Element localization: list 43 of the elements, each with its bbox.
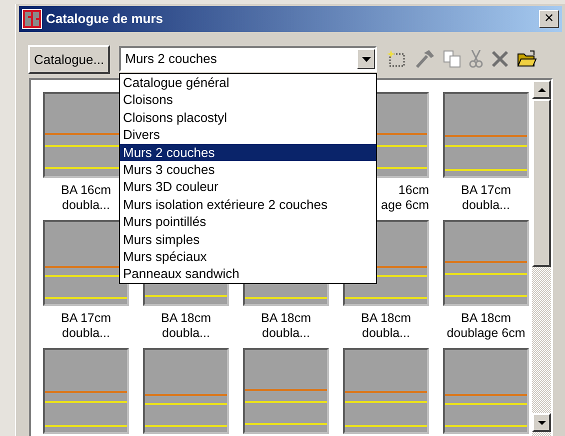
wall-label: BA 18cm doublage 6cm — [446, 311, 526, 341]
wall-label: BA 16cm doubla... — [60, 183, 112, 213]
dropdown-item[interactable]: Murs isolation extérieure 2 couches — [120, 196, 376, 214]
dropdown-item[interactable]: Cloisons — [120, 91, 376, 109]
scroll-down-button[interactable] — [532, 413, 551, 432]
dropdown-item[interactable]: Murs spéciaux — [120, 248, 376, 266]
dropdown-item[interactable]: Murs 3 couches — [120, 161, 376, 178]
close-button[interactable]: × — [539, 10, 559, 28]
dropdown-item[interactable]: Divers — [120, 126, 376, 144]
catalogue-button[interactable]: Catalogue... — [28, 44, 110, 74]
wall-label: BA 17cm doubla... — [60, 311, 112, 341]
scroll-up-button[interactable] — [532, 80, 551, 99]
wall-thumbnail[interactable] — [143, 348, 229, 434]
wall-label: BA 18cm doubla... — [260, 311, 312, 341]
dropdown-item[interactable]: Panneaux sandwich — [120, 265, 376, 283]
dropdown-item[interactable]: Murs 2 couches — [120, 144, 376, 162]
app-logo-icon — [22, 9, 42, 29]
wall-thumbnail[interactable] — [43, 348, 129, 434]
new-icon[interactable] — [387, 50, 408, 68]
dropdown-item[interactable]: Murs 3D couleur — [120, 178, 376, 196]
dropdown-item[interactable]: Murs pointillés — [120, 213, 376, 231]
copy-icon[interactable] — [443, 50, 462, 68]
folder-icon[interactable] — [517, 50, 538, 68]
catalogue-dropdown[interactable]: Murs 2 couches — [119, 46, 378, 72]
wall-label: BA 18cm doubla... — [160, 311, 212, 341]
down-arrow-icon — [538, 420, 546, 424]
wall-thumbnail[interactable] — [443, 220, 529, 306]
wall-thumbnail[interactable] — [443, 348, 529, 434]
dropdown-item[interactable]: Cloisons placostyl — [120, 108, 376, 126]
scrollbar[interactable] — [532, 80, 551, 436]
window-title: Catalogue de murs — [46, 10, 164, 28]
delete-icon[interactable] — [491, 50, 510, 68]
dropdown-item[interactable]: Catalogue général — [120, 74, 376, 92]
wall-label: BA 17cm doubla... — [460, 183, 512, 213]
wall-thumbnail[interactable] — [443, 92, 529, 178]
dropdown-item[interactable]: Murs simples — [120, 230, 376, 248]
hammer-icon[interactable] — [415, 50, 436, 68]
wall-thumbnail[interactable] — [343, 348, 429, 434]
up-arrow-icon — [538, 88, 546, 92]
scrollbar-thumb[interactable] — [532, 99, 551, 267]
wall-thumbnail[interactable] — [243, 348, 329, 434]
wall-label: BA 18cm doubla... — [360, 311, 412, 341]
wall-label: 16cm age 6cm — [381, 183, 429, 213]
